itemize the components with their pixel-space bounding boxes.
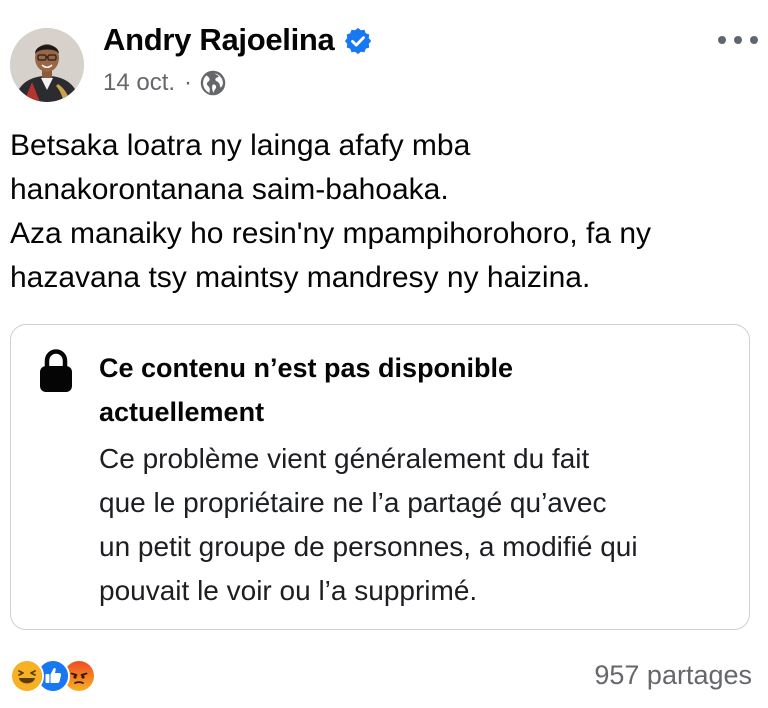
lock-icon — [39, 347, 73, 395]
author-name-row[interactable]: Andry Rajoelina — [103, 22, 373, 58]
post-meta: 14 oct. · — [103, 69, 227, 97]
globe-icon[interactable] — [199, 69, 227, 97]
card-description-line: que le propriétaire ne l’a partagé qu’av… — [99, 487, 607, 518]
card-description-line: pouvait le voir ou l’a supprimé. — [99, 575, 478, 606]
verified-badge-icon — [343, 26, 373, 56]
more-dot — [734, 36, 742, 44]
post-date[interactable]: 14 oct. — [103, 69, 175, 97]
author-name[interactable]: Andry Rajoelina — [103, 22, 335, 58]
more-dot — [718, 36, 726, 44]
post-text-line: Aza manaiky ho resin'ny mpampihorohoro, … — [10, 217, 652, 250]
post-text-line: hazavana tsy maintsy mandresy ny haizina… — [10, 261, 591, 294]
card-title: Ce contenu n’est pas disponible actuelle… — [99, 346, 699, 434]
author-avatar[interactable] — [10, 28, 84, 102]
meta-separator: · — [184, 69, 193, 96]
share-count[interactable]: 957 partages — [594, 660, 752, 691]
haha-reaction-icon — [10, 659, 44, 693]
card-description: Ce problème vient généralement du fait q… — [99, 437, 739, 613]
reaction-summary[interactable] — [10, 658, 96, 694]
card-title-line: Ce contenu n’est pas disponible — [99, 353, 514, 383]
card-description-line: Ce problème vient généralement du fait — [99, 443, 590, 474]
post-text-line: Betsaka loatra ny lainga afafy mba — [10, 129, 471, 162]
more-dot — [750, 36, 758, 44]
card-title-line: actuellement — [99, 397, 265, 427]
avatar-image — [10, 28, 84, 102]
more-options-icon[interactable] — [718, 30, 758, 50]
unavailable-content-card: Ce contenu n’est pas disponible actuelle… — [10, 324, 750, 630]
post-text-line: hanakorontanana saim-bahoaka. — [10, 173, 449, 206]
post-text: Betsaka loatra ny lainga afafy mba hanak… — [10, 124, 750, 300]
card-description-line: un petit groupe de personnes, a modifié … — [99, 531, 638, 562]
